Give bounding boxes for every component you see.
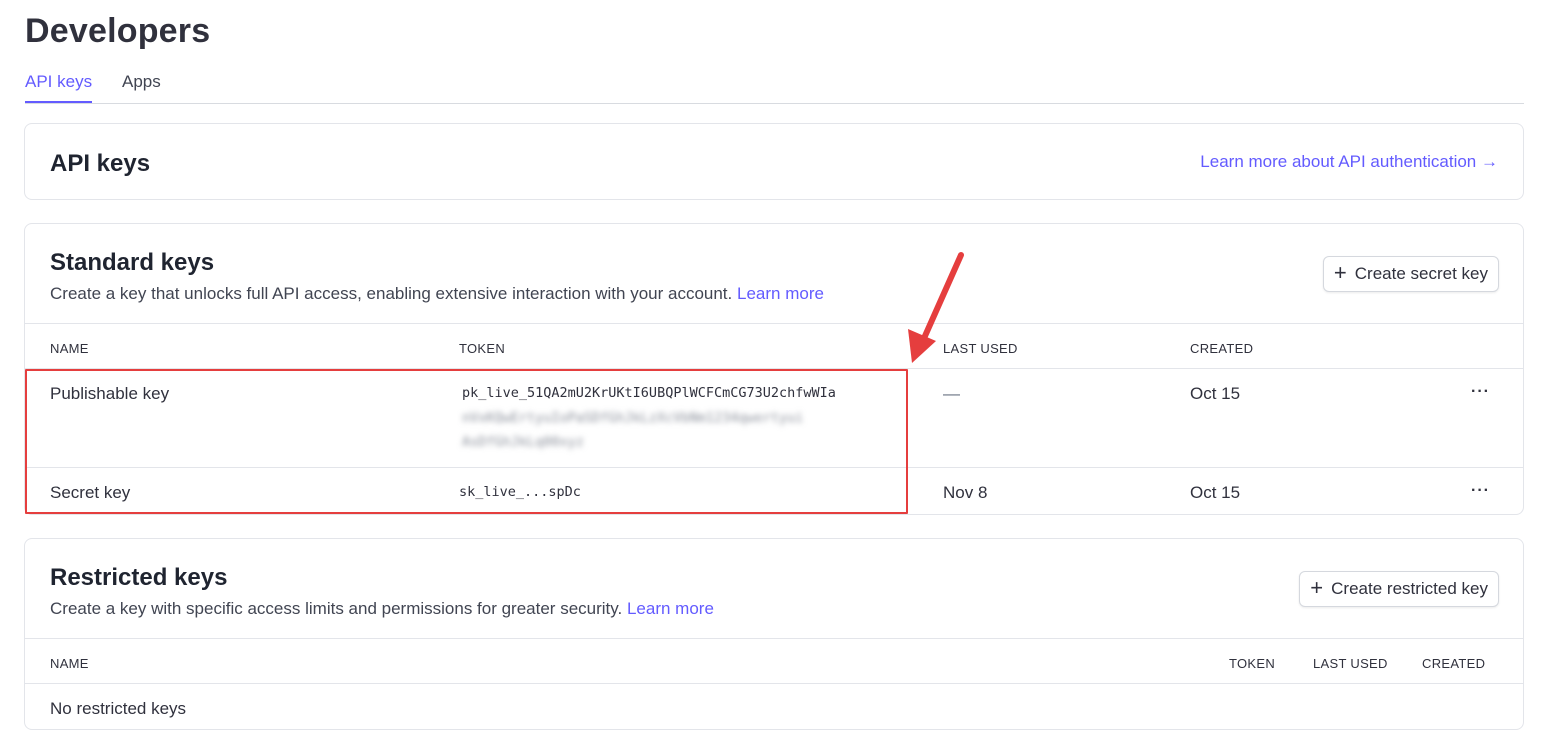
tab-bar: API keys Apps <box>25 70 1524 104</box>
column-header-created: CREATED <box>1190 341 1254 356</box>
key-created: Oct 15 <box>1190 384 1241 403</box>
key-last-used: — <box>943 384 960 403</box>
standard-keys-learn-more-link[interactable]: Learn more <box>737 284 824 303</box>
page-title: Developers <box>25 12 211 50</box>
divider <box>25 467 1523 468</box>
key-token[interactable]: sk_live_...spDc <box>459 484 581 500</box>
create-secret-key-label: Create secret key <box>1354 264 1488 283</box>
key-last-used: Nov 8 <box>943 483 988 502</box>
divider <box>25 638 1523 639</box>
learn-more-api-auth-link[interactable]: Learn more about API authentication → <box>1200 152 1498 172</box>
key-name: Secret key <box>50 483 131 502</box>
column-header-last-used: LAST USED <box>1313 656 1388 671</box>
create-secret-key-button[interactable]: + Create secret key <box>1322 256 1499 292</box>
column-header-name: NAME <box>50 656 89 671</box>
standard-keys-description-text: Create a key that unlocks full API acces… <box>50 284 733 303</box>
standard-keys-heading: Standard keys <box>50 249 215 276</box>
tab-api-keys[interactable]: API keys <box>25 72 93 103</box>
key-token[interactable]: pk_live_51QA2mU2KrUKtI6UBQPlWCFCmCG73U2c… <box>462 385 836 401</box>
standard-keys-description: Create a key that unlocks full API acces… <box>50 284 824 304</box>
create-restricted-key-label: Create restricted key <box>1331 579 1488 598</box>
more-horizontal-icon[interactable]: ··· <box>1471 383 1490 401</box>
plus-icon: + <box>1333 260 1347 285</box>
plus-icon: + <box>1310 575 1324 600</box>
column-header-created: CREATED <box>1422 656 1486 671</box>
tab-apps[interactable]: Apps <box>122 72 161 101</box>
column-header-token: TOKEN <box>1229 656 1276 671</box>
key-token-blurred: nVxKQwErtyuIoPaSDfGhJkLzXcVbNm1234qwerty… <box>462 410 804 426</box>
key-name: Publishable key <box>50 384 170 403</box>
restricted-keys-description-text: Create a key with specific access limits… <box>50 599 623 618</box>
standard-keys-card: Standard keys Create a key that unlocks … <box>24 223 1524 515</box>
key-token-blurred: AsDfGhJkLq00xyz <box>462 434 584 450</box>
key-created: Oct 15 <box>1190 483 1241 502</box>
divider <box>25 683 1523 684</box>
restricted-keys-heading: Restricted keys <box>50 564 228 591</box>
empty-state-text: No restricted keys <box>50 699 187 718</box>
column-header-name: NAME <box>50 341 89 356</box>
more-horizontal-icon[interactable]: ··· <box>1471 482 1490 500</box>
create-restricted-key-button[interactable]: + Create restricted key <box>1299 571 1499 607</box>
restricted-keys-card: Restricted keys Create a key with specif… <box>24 538 1524 730</box>
column-header-token: TOKEN <box>459 341 506 356</box>
divider <box>25 323 1523 324</box>
restricted-keys-learn-more-link[interactable]: Learn more <box>627 599 714 618</box>
api-keys-card: API keys Learn more about API authentica… <box>24 123 1524 200</box>
restricted-keys-description: Create a key with specific access limits… <box>50 599 714 619</box>
divider <box>25 368 1523 369</box>
column-header-last-used: LAST USED <box>943 341 1018 356</box>
api-keys-heading: API keys <box>50 150 151 177</box>
